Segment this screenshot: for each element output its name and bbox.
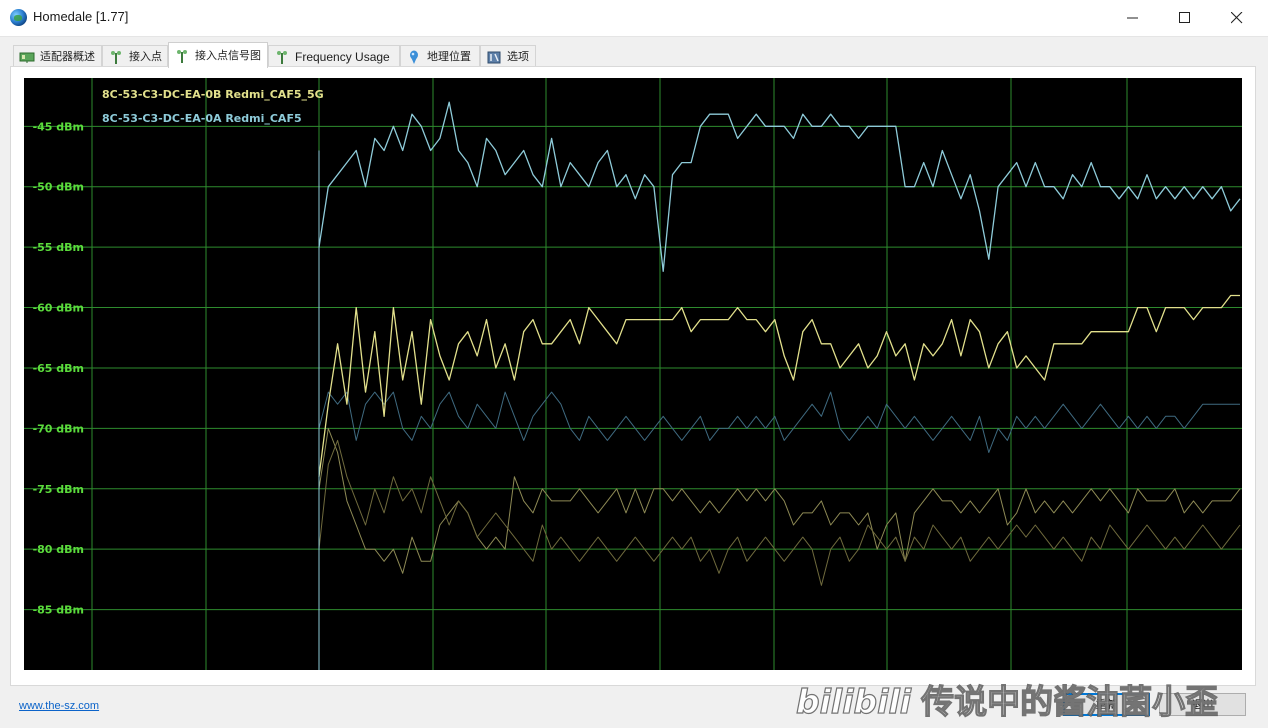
y-tick-label: -85 dBm: [33, 604, 84, 617]
tab-label: 接入点: [129, 50, 162, 63]
map-pin-icon: [410, 50, 418, 64]
tab-label: 接入点信号图: [195, 49, 261, 62]
y-tick-label: -70 dBm: [33, 422, 84, 435]
tab-label: Frequency Usage: [295, 50, 390, 64]
maximize-button[interactable]: [1162, 0, 1208, 36]
y-tick-label: -80 dBm: [33, 543, 84, 556]
minimize-button[interactable]: [1110, 0, 1156, 36]
y-tick-label: -65 dBm: [33, 362, 84, 375]
close-icon: [1231, 12, 1243, 24]
y-tick-label: -50 dBm: [33, 181, 84, 194]
series-line-other: [318, 439, 1241, 586]
signal-graph: -45 dBm -50 dBm -55 dBm -60 dBm -65 dBm -70 d…: [24, 78, 1242, 670]
window-title: Homedale [1.77]: [33, 9, 129, 24]
tab-geolocation[interactable]: 地理位置: [400, 45, 480, 67]
legend-entry: 8C-53-C3-DC-EA-0A Redmi_CAF5: [102, 112, 302, 125]
series-line-5g: [318, 294, 1240, 477]
close-button[interactable]: [1214, 0, 1260, 36]
antenna-signal-icon: [177, 50, 187, 63]
bilibili-watermark: bilibili 传说中的酱油菌小歪: [796, 676, 1268, 728]
watermark-text: 传说中的酱油菌小歪: [921, 681, 1219, 721]
y-tick-label: -55 dBm: [33, 241, 84, 254]
minimize-icon: [1127, 17, 1138, 19]
title-bar: Homedale [1.77]: [0, 0, 1268, 37]
tab-frequency-usage[interactable]: Frequency Usage: [268, 45, 400, 67]
tab-ap-signal-graph[interactable]: 接入点信号图: [168, 42, 268, 68]
y-tick-label: -75 dBm: [33, 483, 84, 496]
tab-options[interactable]: 选项: [480, 45, 536, 67]
website-link[interactable]: www.the-sz.com: [19, 700, 99, 712]
tab-adapter-overview[interactable]: 适配器概述: [13, 45, 102, 67]
series-line-other: [318, 391, 1240, 453]
tab-label: 地理位置: [427, 50, 471, 63]
maximize-icon: [1179, 12, 1190, 23]
tab-label: 选项: [507, 50, 529, 63]
bilibili-logo: bilibili: [796, 681, 912, 721]
antenna-icon: [111, 51, 121, 64]
tab-strip: 适配器概述 接入点 接入点信号图 Frequency Usage 地理位置 选项: [0, 42, 1268, 68]
y-tick-label: -45 dBm: [33, 120, 84, 133]
adapter-card-icon: [19, 52, 35, 63]
series-line-other: [318, 427, 1241, 574]
tab-access-points[interactable]: 接入点: [102, 45, 168, 67]
y-tick-label: -60 dBm: [33, 302, 84, 315]
legend-entry: 8C-53-C3-DC-EA-0B Redmi_CAF5_5G: [102, 88, 324, 101]
tab-label: 适配器概述: [40, 50, 95, 63]
antenna-frequency-icon: [277, 51, 287, 64]
globe-icon: [10, 9, 27, 26]
settings-tools-icon: [487, 51, 501, 64]
signal-chart: -45 dBm -50 dBm -55 dBm -60 dBm -65 dBm -70 d…: [24, 78, 1242, 670]
